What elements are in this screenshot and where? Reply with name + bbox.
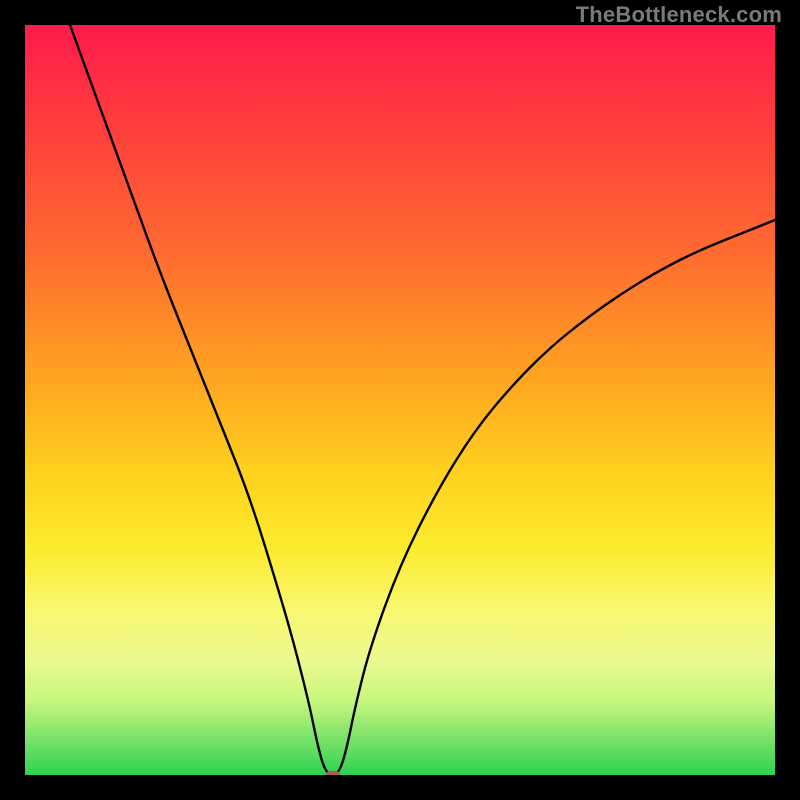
plot-area xyxy=(25,25,775,775)
minimum-marker xyxy=(326,771,340,775)
chart-frame: TheBottleneck.com xyxy=(0,0,800,800)
bottleneck-curve xyxy=(25,25,775,775)
watermark-text: TheBottleneck.com xyxy=(576,2,782,28)
